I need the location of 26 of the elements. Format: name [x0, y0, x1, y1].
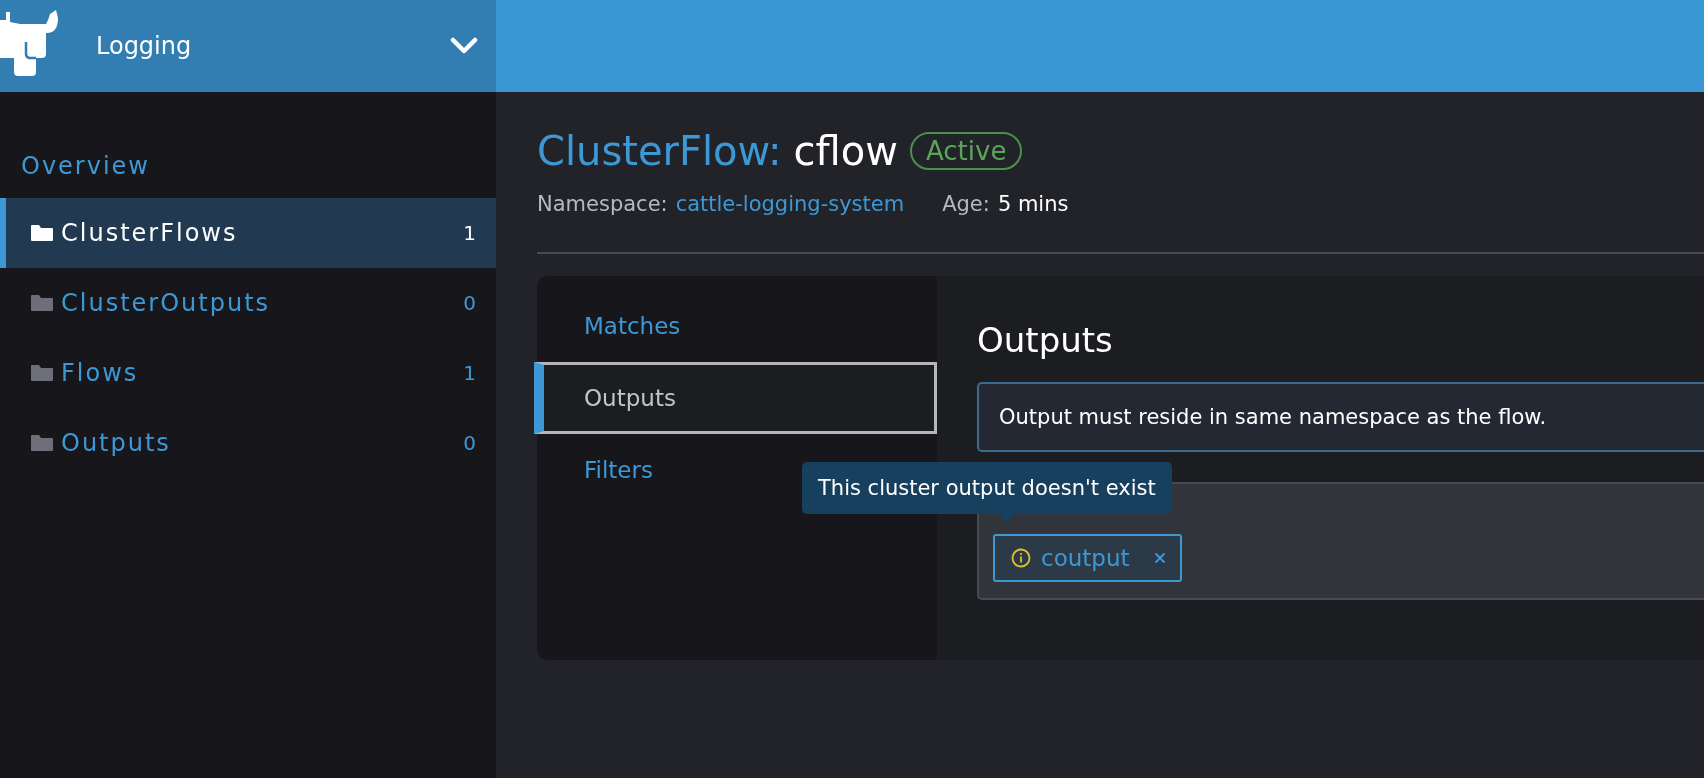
tab[interactable]: Matches [534, 290, 937, 362]
tab[interactable]: Outputs [534, 362, 937, 434]
app-title: Logging [96, 32, 193, 60]
age-value: 5 mins [997, 192, 1069, 216]
namespace-link[interactable]: cattle-logging-system [675, 192, 905, 216]
sidebar-item[interactable]: ClusterFlows 1 [0, 198, 496, 268]
folder-icon [31, 435, 53, 451]
tooltip: This cluster output doesn't exist [802, 462, 1172, 514]
resource-name: cflow [793, 128, 898, 174]
resource-kind: ClusterFlow: [537, 128, 782, 174]
folder-icon [31, 225, 53, 241]
sidebar-item[interactable]: ClusterOutputs 0 [0, 268, 496, 338]
tooltip-pointer [999, 514, 1015, 522]
sidebar-heading[interactable]: Overview [21, 152, 150, 180]
sidebar-item[interactable]: Outputs 0 [0, 408, 496, 478]
folder-icon [31, 295, 53, 311]
output-chip[interactable]: coutput [993, 534, 1182, 582]
section-title: Outputs [977, 320, 1113, 360]
close-icon[interactable] [1153, 552, 1166, 564]
status-badge: Active [909, 132, 1023, 170]
folder-icon [31, 365, 53, 381]
age-label: Age: [942, 192, 990, 216]
sidebar-item[interactable]: Flows 1 [0, 338, 496, 408]
info-banner: Output must reside in same namespace as the flow. [977, 382, 1704, 452]
chevron-down-icon[interactable] [450, 37, 478, 55]
namespace-label: Namespace: [537, 192, 668, 216]
